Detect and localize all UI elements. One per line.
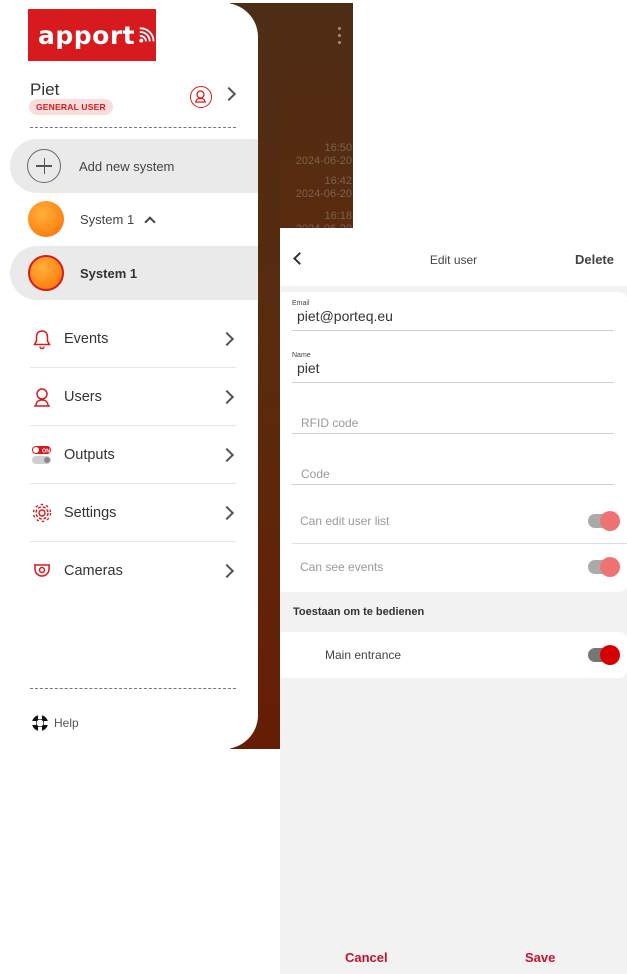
nav-label: Events (64, 330, 109, 347)
chevron-right-icon (219, 505, 235, 521)
user-icon (30, 385, 54, 409)
navigation-drawer: apport Piet GENERAL USER Add new system … (0, 3, 258, 749)
add-system-button[interactable]: Add new system (10, 139, 258, 193)
can-see-events-toggle[interactable] (588, 557, 620, 577)
main-entrance-row: Main entrance (280, 632, 627, 678)
name-value[interactable]: piet (297, 360, 614, 376)
system-group-label: System 1 (80, 211, 135, 227)
divider (30, 127, 236, 128)
profile-icon[interactable] (190, 86, 212, 108)
chevron-right-icon (219, 331, 235, 347)
plus-icon (27, 149, 61, 183)
event-timestamp: 16:50 2024-06-20 (295, 142, 352, 167)
nav-item-settings[interactable]: Settings (30, 484, 236, 542)
divider (30, 688, 236, 689)
name-field[interactable]: Name piet (292, 352, 614, 383)
chevron-right-icon (219, 447, 235, 463)
rfid-code-placeholder: RFID code (301, 416, 359, 430)
more-menu-icon[interactable] (337, 27, 343, 47)
nav-item-outputs[interactable]: ON Outputs (30, 426, 236, 484)
selected-system-label: System 1 (80, 265, 138, 281)
signal-icon (139, 27, 155, 43)
help-label: Help (54, 716, 79, 730)
chevron-right-icon (219, 563, 235, 579)
delete-button[interactable]: Delete (575, 252, 614, 267)
code-placeholder: Code (301, 467, 330, 481)
chevron-right-icon (219, 389, 235, 405)
nav-item-cameras[interactable]: Cameras (30, 542, 236, 600)
edit-user-panel: Edit user Delete Email piet@porteq.eu Na… (280, 228, 627, 974)
camera-icon (30, 559, 54, 583)
cancel-button[interactable]: Cancel (345, 950, 388, 965)
edit-user-header: Edit user Delete (280, 228, 627, 286)
nav-label: Users (64, 388, 102, 405)
rfid-code-field[interactable]: RFID code (292, 416, 614, 434)
save-button[interactable]: Save (525, 950, 555, 965)
name-label: Name (292, 352, 311, 359)
nav-label: Settings (64, 504, 117, 521)
nav-item-events[interactable]: Events (30, 310, 236, 368)
system-avatar (28, 201, 64, 237)
email-field[interactable]: Email piet@porteq.eu (292, 300, 614, 331)
permissions-card: Main entrance (280, 632, 627, 678)
role-badge: GENERAL USER (29, 99, 113, 115)
bell-icon (30, 327, 54, 351)
nav-label: Outputs (64, 446, 115, 463)
can-edit-user-list-toggle[interactable] (588, 511, 620, 531)
can-edit-user-list-row: Can edit user list (292, 498, 627, 544)
user-name: Piet (30, 80, 60, 99)
chevron-up-icon (144, 215, 156, 228)
user-form-card: Email piet@porteq.eu Name piet RFID code… (280, 292, 627, 592)
main-entrance-toggle[interactable] (588, 645, 620, 665)
main-entrance-label: Main entrance (325, 648, 402, 662)
can-edit-user-list-label: Can edit user list (300, 513, 390, 528)
email-value[interactable]: piet@porteq.eu (297, 308, 614, 324)
event-timestamp: 16:42 2024-06-20 (295, 175, 352, 200)
system-group-toggle[interactable]: System 1 (28, 201, 156, 237)
email-label: Email (292, 300, 310, 307)
help-link[interactable]: Help (30, 713, 79, 733)
can-see-events-row: Can see events (280, 544, 627, 590)
system-avatar (28, 255, 64, 291)
svg-text:ON: ON (42, 448, 50, 454)
profile-chevron-icon[interactable] (221, 86, 237, 102)
nav-label: Cameras (64, 563, 123, 579)
permissions-section-title: Toestaan om te bedienen (293, 606, 425, 618)
nav-item-users[interactable]: Users (30, 368, 236, 426)
switch-icon: ON (30, 443, 54, 467)
can-see-events-label: Can see events (300, 560, 384, 574)
code-field[interactable]: Code (292, 467, 614, 485)
lifebuoy-icon (31, 714, 49, 732)
gear-icon (30, 501, 54, 525)
add-system-label: Add new system (79, 158, 175, 174)
apport-logo: apport (28, 9, 156, 61)
selected-system-item[interactable]: System 1 (10, 246, 258, 300)
